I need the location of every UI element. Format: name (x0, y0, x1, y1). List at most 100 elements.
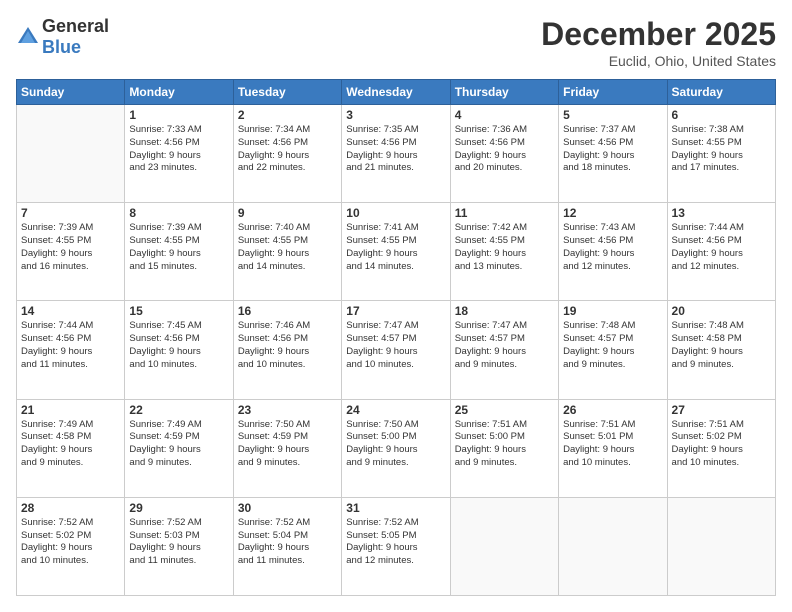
col-tuesday: Tuesday (233, 80, 341, 105)
calendar-table: Sunday Monday Tuesday Wednesday Thursday… (16, 79, 776, 596)
day-number: 10 (346, 206, 445, 220)
day-info: Sunrise: 7:50 AM Sunset: 5:00 PM Dayligh… (346, 419, 445, 470)
col-saturday: Saturday (667, 80, 775, 105)
table-row: 25 Sunrise: 7:51 AM Sunset: 5:00 PM Dayli… (450, 399, 558, 497)
day-info: Sunrise: 7:51 AM Sunset: 5:00 PM Dayligh… (455, 419, 554, 470)
day-number: 4 (455, 108, 554, 122)
day-number: 17 (346, 304, 445, 318)
day-number: 5 (563, 108, 662, 122)
day-number: 19 (563, 304, 662, 318)
day-info: Sunrise: 7:43 AM Sunset: 4:56 PM Dayligh… (563, 222, 662, 273)
day-info: Sunrise: 7:40 AM Sunset: 4:55 PM Dayligh… (238, 222, 337, 273)
calendar-week-row: 1 Sunrise: 7:33 AM Sunset: 4:56 PM Daylig… (17, 105, 776, 203)
day-info: Sunrise: 7:38 AM Sunset: 4:55 PM Dayligh… (672, 124, 771, 175)
day-number: 24 (346, 403, 445, 417)
col-monday: Monday (125, 80, 233, 105)
day-info: Sunrise: 7:39 AM Sunset: 4:55 PM Dayligh… (129, 222, 228, 273)
day-number: 22 (129, 403, 228, 417)
day-info: Sunrise: 7:47 AM Sunset: 4:57 PM Dayligh… (346, 320, 445, 371)
table-row: 30 Sunrise: 7:52 AM Sunset: 5:04 PM Dayli… (233, 497, 341, 595)
logo-blue: Blue (42, 37, 81, 57)
table-row: 8Sunrise: 7:39 AM Sunset: 4:55 PM Daylig… (125, 203, 233, 301)
calendar-week-row: 28 Sunrise: 7:52 AM Sunset: 5:02 PM Dayli… (17, 497, 776, 595)
day-number: 15 (129, 304, 228, 318)
day-info: Sunrise: 7:37 AM Sunset: 4:56 PM Dayligh… (563, 124, 662, 175)
table-row (17, 105, 125, 203)
day-info: Sunrise: 7:46 AM Sunset: 4:56 PM Dayligh… (238, 320, 337, 371)
table-row: 28 Sunrise: 7:52 AM Sunset: 5:02 PM Dayli… (17, 497, 125, 595)
day-number: 9 (238, 206, 337, 220)
day-info: Sunrise: 7:35 AM Sunset: 4:56 PM Dayligh… (346, 124, 445, 175)
table-row: 4 Sunrise: 7:36 AM Sunset: 4:56 PM Daylig… (450, 105, 558, 203)
day-number: 14 (21, 304, 120, 318)
day-number: 1 (129, 108, 228, 122)
day-number: 28 (21, 501, 120, 515)
day-info: Sunrise: 7:34 AM Sunset: 4:56 PM Dayligh… (238, 124, 337, 175)
day-info: Sunrise: 7:51 AM Sunset: 5:02 PM Dayligh… (672, 419, 771, 470)
day-number: 2 (238, 108, 337, 122)
table-row: 2 Sunrise: 7:34 AM Sunset: 4:56 PM Daylig… (233, 105, 341, 203)
day-info: Sunrise: 7:45 AM Sunset: 4:56 PM Dayligh… (129, 320, 228, 371)
day-number: 23 (238, 403, 337, 417)
day-info: Sunrise: 7:52 AM Sunset: 5:04 PM Dayligh… (238, 517, 337, 568)
logo-general: General (42, 16, 109, 36)
table-row: 5 Sunrise: 7:37 AM Sunset: 4:56 PM Daylig… (559, 105, 667, 203)
title-block: December 2025 Euclid, Ohio, United State… (541, 16, 776, 69)
day-number: 27 (672, 403, 771, 417)
table-row: 13 Sunrise: 7:44 AM Sunset: 4:56 PM Dayli… (667, 203, 775, 301)
calendar-header-row: Sunday Monday Tuesday Wednesday Thursday… (17, 80, 776, 105)
table-row: 19Sunrise: 7:48 AM Sunset: 4:57 PM Dayli… (559, 301, 667, 399)
day-info: Sunrise: 7:36 AM Sunset: 4:56 PM Dayligh… (455, 124, 554, 175)
day-info: Sunrise: 7:41 AM Sunset: 4:55 PM Dayligh… (346, 222, 445, 273)
logo-text: General Blue (42, 16, 109, 58)
day-number: 31 (346, 501, 445, 515)
table-row (559, 497, 667, 595)
day-number: 11 (455, 206, 554, 220)
table-row (667, 497, 775, 595)
table-row: 31 Sunrise: 7:52 AM Sunset: 5:05 PM Dayli… (342, 497, 450, 595)
table-row: 9 Sunrise: 7:40 AM Sunset: 4:55 PM Daylig… (233, 203, 341, 301)
day-info: Sunrise: 7:52 AM Sunset: 5:05 PM Dayligh… (346, 517, 445, 568)
table-row: 29Sunrise: 7:52 AM Sunset: 5:03 PM Dayli… (125, 497, 233, 595)
day-info: Sunrise: 7:39 AM Sunset: 4:55 PM Dayligh… (21, 222, 120, 273)
day-info: Sunrise: 7:48 AM Sunset: 4:58 PM Dayligh… (672, 320, 771, 371)
calendar-week-row: 14Sunrise: 7:44 AM Sunset: 4:56 PM Dayli… (17, 301, 776, 399)
table-row: 24 Sunrise: 7:50 AM Sunset: 5:00 PM Dayli… (342, 399, 450, 497)
month-title: December 2025 (541, 16, 776, 53)
day-info: Sunrise: 7:51 AM Sunset: 5:01 PM Dayligh… (563, 419, 662, 470)
day-info: Sunrise: 7:52 AM Sunset: 5:02 PM Dayligh… (21, 517, 120, 568)
day-info: Sunrise: 7:50 AM Sunset: 4:59 PM Dayligh… (238, 419, 337, 470)
table-row: 18 Sunrise: 7:47 AM Sunset: 4:57 PM Dayli… (450, 301, 558, 399)
day-number: 30 (238, 501, 337, 515)
col-thursday: Thursday (450, 80, 558, 105)
table-row: 14Sunrise: 7:44 AM Sunset: 4:56 PM Dayli… (17, 301, 125, 399)
col-wednesday: Wednesday (342, 80, 450, 105)
day-number: 26 (563, 403, 662, 417)
day-info: Sunrise: 7:44 AM Sunset: 4:56 PM Dayligh… (672, 222, 771, 273)
table-row: 1 Sunrise: 7:33 AM Sunset: 4:56 PM Daylig… (125, 105, 233, 203)
table-row: 11Sunrise: 7:42 AM Sunset: 4:55 PM Dayli… (450, 203, 558, 301)
day-number: 13 (672, 206, 771, 220)
day-number: 21 (21, 403, 120, 417)
day-number: 7 (21, 206, 120, 220)
table-row: 21Sunrise: 7:49 AM Sunset: 4:58 PM Dayli… (17, 399, 125, 497)
table-row: 20 Sunrise: 7:48 AM Sunset: 4:58 PM Dayli… (667, 301, 775, 399)
table-row: 27 Sunrise: 7:51 AM Sunset: 5:02 PM Dayli… (667, 399, 775, 497)
table-row: 6Sunrise: 7:38 AM Sunset: 4:55 PM Daylig… (667, 105, 775, 203)
calendar-week-row: 21Sunrise: 7:49 AM Sunset: 4:58 PM Dayli… (17, 399, 776, 497)
day-number: 20 (672, 304, 771, 318)
day-number: 29 (129, 501, 228, 515)
day-number: 16 (238, 304, 337, 318)
day-number: 25 (455, 403, 554, 417)
day-number: 18 (455, 304, 554, 318)
day-info: Sunrise: 7:33 AM Sunset: 4:56 PM Dayligh… (129, 124, 228, 175)
table-row: 15 Sunrise: 7:45 AM Sunset: 4:56 PM Dayli… (125, 301, 233, 399)
col-sunday: Sunday (17, 80, 125, 105)
day-info: Sunrise: 7:49 AM Sunset: 4:59 PM Dayligh… (129, 419, 228, 470)
location: Euclid, Ohio, United States (541, 53, 776, 69)
day-number: 12 (563, 206, 662, 220)
calendar-week-row: 7 Sunrise: 7:39 AM Sunset: 4:55 PM Daylig… (17, 203, 776, 301)
table-row: 17 Sunrise: 7:47 AM Sunset: 4:57 PM Dayli… (342, 301, 450, 399)
day-info: Sunrise: 7:47 AM Sunset: 4:57 PM Dayligh… (455, 320, 554, 371)
table-row: 12 Sunrise: 7:43 AM Sunset: 4:56 PM Dayli… (559, 203, 667, 301)
